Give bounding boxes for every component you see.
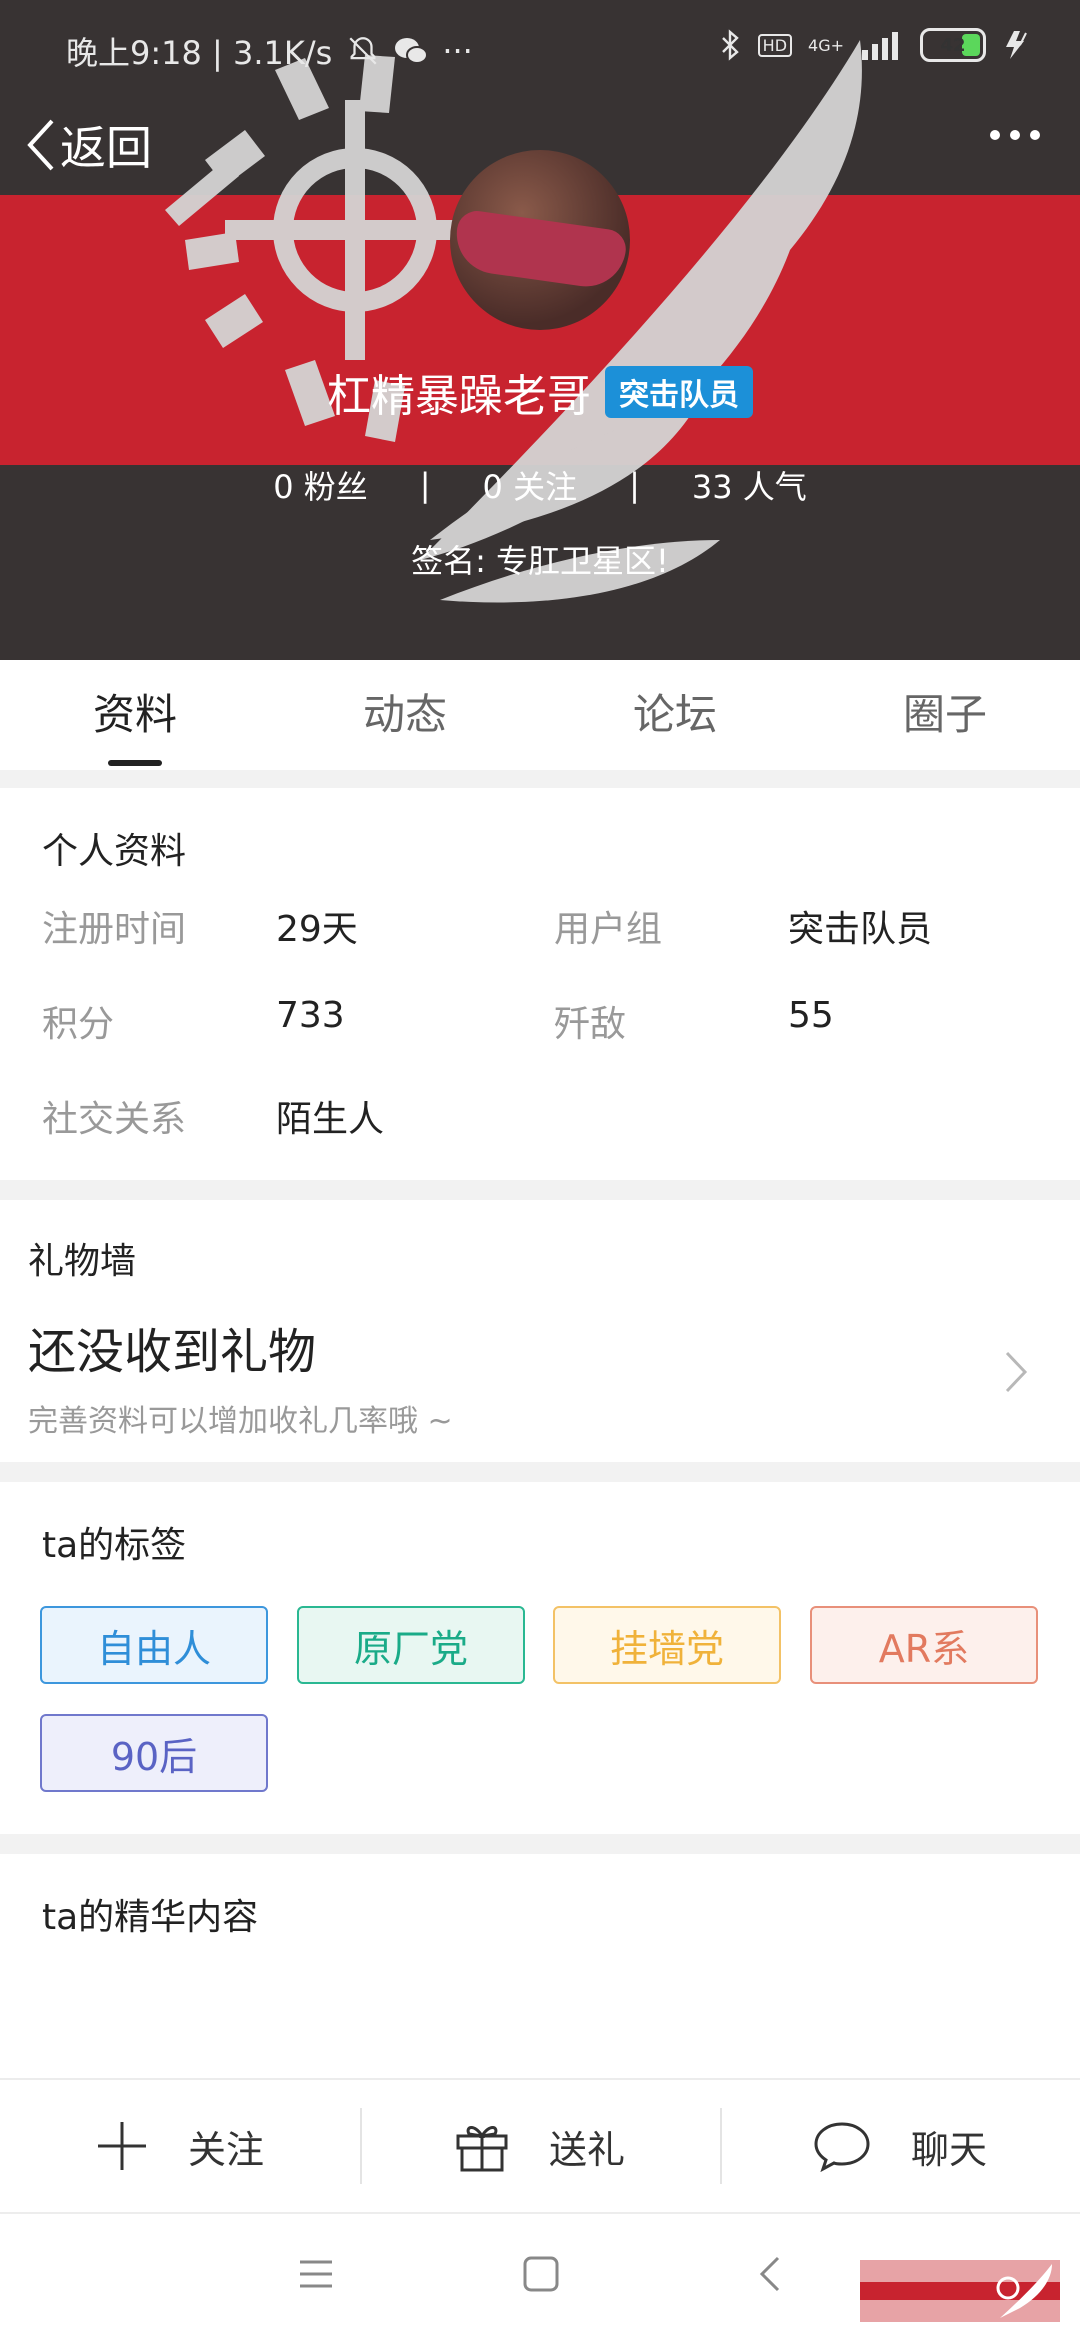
- tag-chip[interactable]: 90后: [40, 1714, 268, 1792]
- gift-button[interactable]: 送礼: [360, 2080, 720, 2212]
- gift-wall-section[interactable]: 礼物墙 还没收到礼物 完善资料可以增加收礼几率哦 ~: [0, 1200, 1080, 1462]
- chevron-left-icon: [27, 119, 54, 171]
- tab-profile[interactable]: 资料: [0, 660, 270, 770]
- follow-label: 关注: [187, 2127, 264, 2172]
- gift-wall-title: 礼物墙: [28, 1241, 137, 1282]
- wing-logo-icon: [996, 2264, 1052, 2318]
- stat-separator: |: [629, 466, 640, 504]
- section-divider: [0, 1834, 1080, 1854]
- network-label: 4G+: [808, 35, 844, 55]
- chat-bubble-icon: [814, 2122, 870, 2172]
- section-divider: [0, 770, 1080, 788]
- stat-label: 人气: [742, 468, 807, 506]
- personal-info-section: 个人资料 注册时间 29天 用户组 突击队员 积分 733 歼敌 55 社交关系…: [0, 788, 1080, 1180]
- field-value-points: 733: [276, 995, 345, 1036]
- bottom-action-bar: 关注 送礼 聊天: [0, 2078, 1080, 2212]
- status-time-speed: 晚上9:18 | 3.1K/s: [66, 34, 333, 72]
- tab-activity[interactable]: 动态: [270, 660, 540, 770]
- stat-popularity: 33 人气: [692, 462, 807, 508]
- group-badge: 突击队员: [605, 366, 753, 418]
- stat-label: 关注: [513, 468, 578, 506]
- field-label-relation: 社交关系: [42, 1099, 187, 1140]
- mute-bell-icon: [349, 37, 377, 65]
- follow-button[interactable]: 关注: [0, 2080, 360, 2212]
- featured-section: ta的精华内容: [0, 1854, 1080, 2078]
- gift-icon: [456, 2126, 508, 2172]
- field-label-user-group: 用户组: [554, 909, 663, 950]
- wechat-icon: [395, 38, 429, 64]
- field-label-register-time: 注册时间: [42, 909, 187, 950]
- section-divider: [0, 1462, 1080, 1482]
- back-button[interactable]: 返回: [26, 112, 152, 178]
- more-dot-icon: [1010, 130, 1020, 140]
- chat-button[interactable]: 聊天: [720, 2080, 1080, 2212]
- stat-separator: |: [419, 466, 431, 504]
- nickname: 杠精暴躁老哥: [327, 371, 591, 422]
- more-menu-button[interactable]: [990, 130, 1040, 140]
- stat-fans[interactable]: 0 粉丝: [273, 462, 368, 508]
- signature: 签名: 专肛卫星区!: [411, 542, 669, 580]
- plus-icon: [97, 2122, 146, 2170]
- hd-badge: HD: [757, 33, 793, 57]
- more-dot-icon: [1030, 130, 1040, 140]
- battery-level: 42: [940, 34, 966, 56]
- gift-empty-text: 还没收到礼物: [28, 1324, 317, 1380]
- tab-circle[interactable]: 圈子: [810, 660, 1080, 770]
- field-label-kills: 歼敌: [554, 1004, 627, 1045]
- tag-chip[interactable]: 自由人: [40, 1606, 268, 1684]
- home-square-icon[interactable]: [522, 2254, 560, 2294]
- tag-chip[interactable]: 原厂党: [297, 1606, 525, 1684]
- tab-forum[interactable]: 论坛: [540, 660, 810, 770]
- field-label-points: 积分: [42, 1004, 115, 1045]
- tag-chip[interactable]: 挂墙党: [553, 1606, 781, 1684]
- menu-icon[interactable]: [298, 2254, 334, 2294]
- stat-value: 33: [691, 468, 733, 506]
- profile-header: 晚上9:18 | 3.1K/s ··· HD 4G+ 42 返回 杠精暴躁老哥 …: [0, 0, 1080, 660]
- tags-title: ta的标签: [42, 1525, 187, 1566]
- gift-label: 送礼: [548, 2127, 625, 2172]
- field-value-register-time: 29天: [276, 909, 358, 950]
- bluetooth-icon: [721, 29, 739, 61]
- section-divider: [0, 1180, 1080, 1200]
- status-bar: 晚上9:18 | 3.1K/s ··· HD 4G+ 42: [0, 0, 1080, 100]
- stat-value: 0: [273, 468, 294, 506]
- gift-hint: 完善资料可以增加收礼几率哦 ~: [28, 1404, 453, 1439]
- watermark-logo: [860, 2260, 1060, 2322]
- stats-row: 0 粉丝 | 0 关注 | 33 人气: [0, 462, 1080, 508]
- nav-back-icon[interactable]: [756, 2254, 782, 2294]
- signal-icon: [862, 32, 898, 60]
- stat-following[interactable]: 0 关注: [483, 462, 578, 508]
- charging-icon: [1006, 31, 1027, 59]
- nickname-row: 杠精暴躁老哥 突击队员: [0, 360, 1080, 424]
- chevron-right-icon: [1005, 1351, 1028, 1393]
- field-value-user-group: 突击队员: [788, 909, 933, 950]
- avatar[interactable]: [450, 150, 630, 330]
- stat-label: 粉丝: [303, 468, 368, 506]
- status-more-glyph: ···: [442, 32, 473, 70]
- tag-chip[interactable]: AR系: [810, 1606, 1038, 1684]
- featured-title: ta的精华内容: [42, 1897, 259, 1938]
- tags-section: ta的标签 自由人 原厂党 挂墙党 AR系 90后: [0, 1482, 1080, 1834]
- profile-tabs: 资料 动态 论坛 圈子: [0, 660, 1080, 770]
- field-value-kills: 55: [788, 995, 834, 1036]
- field-value-relation: 陌生人: [276, 1099, 385, 1140]
- battery-icon: 42: [920, 28, 986, 62]
- personal-info-title: 个人资料: [42, 831, 187, 872]
- chat-label: 聊天: [910, 2127, 987, 2172]
- system-nav-bar: [0, 2212, 1080, 2342]
- more-dot-icon: [990, 130, 1000, 140]
- back-label: 返回: [60, 121, 152, 175]
- stat-value: 0: [482, 468, 503, 506]
